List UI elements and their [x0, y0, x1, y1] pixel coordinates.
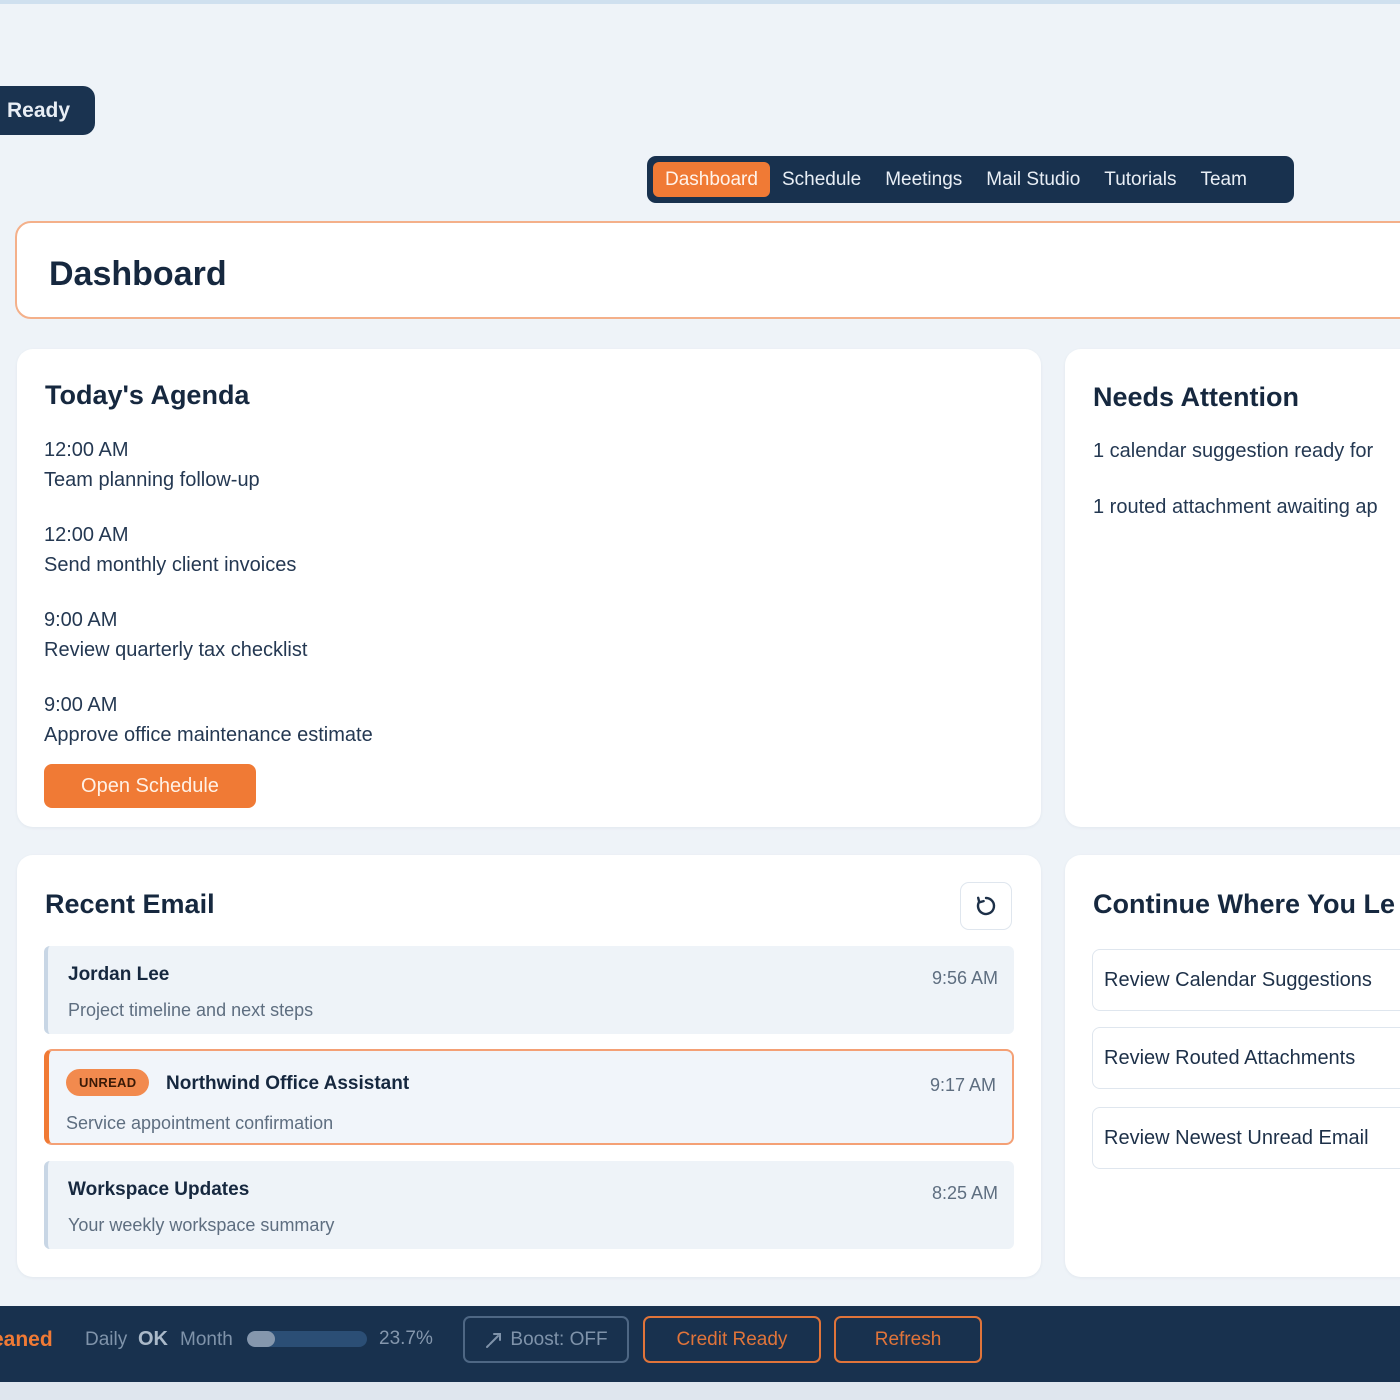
review-calendar-suggestions-button[interactable]: Review Calendar Suggestions: [1092, 949, 1400, 1011]
agenda-item: 12:00 AM Team planning follow-up: [44, 435, 373, 520]
agenda-item: 9:00 AM Approve office maintenance estim…: [44, 690, 373, 775]
month-progress-fill: [247, 1331, 276, 1347]
email-row-unread[interactable]: UNREAD Northwind Office Assistant Servic…: [44, 1049, 1014, 1145]
attention-list: 1 calendar suggestion ready for 1 routed…: [1093, 437, 1378, 549]
tab-schedule[interactable]: Schedule: [770, 162, 873, 197]
review-routed-attachments-button[interactable]: Review Routed Attachments: [1092, 1027, 1400, 1089]
email-time: 9:56 AM: [931, 968, 998, 988]
email-row[interactable]: Jordan Lee Project timeline and next ste…: [44, 946, 1014, 1034]
agenda-title: Today's Agenda: [45, 380, 250, 410]
refresh-email-button[interactable]: [960, 882, 1012, 930]
rocket-icon: [486, 1332, 502, 1348]
agenda-time: 9:00 AM: [44, 694, 118, 716]
boost-label: Boost: OFF: [510, 1328, 608, 1350]
month-label: Month: [180, 1329, 233, 1350]
agenda-time: 12:00 AM: [44, 439, 129, 461]
month-progress-bar: [247, 1331, 367, 1347]
daily-label: Daily: [85, 1329, 128, 1350]
email-time: 8:25 AM: [931, 1183, 998, 1203]
review-newest-unread-email-button[interactable]: Review Newest Unread Email: [1092, 1107, 1400, 1169]
top-border: [0, 0, 1400, 4]
tab-team[interactable]: Team: [1188, 162, 1258, 197]
status-pill: Ready: [0, 86, 95, 135]
attention-item[interactable]: 1 calendar suggestion ready for: [1093, 437, 1378, 493]
page-title-card: Dashboard: [15, 221, 1400, 319]
tab-dashboard[interactable]: Dashboard: [653, 162, 770, 197]
email-sender: Northwind Office Assistant: [166, 1073, 410, 1094]
continue-card: Continue Where You Le Review Calendar Su…: [1065, 855, 1400, 1277]
unread-badge: UNREAD: [66, 1069, 150, 1096]
open-schedule-button[interactable]: Open Schedule: [44, 764, 256, 808]
credit-ready-button[interactable]: Credit Ready: [643, 1316, 821, 1363]
email-subject: Your weekly workspace summary: [68, 1215, 335, 1235]
footer-status: eaned: [0, 1328, 53, 1351]
agenda-list: 12:00 AM Team planning follow-up 12:00 A…: [44, 435, 373, 775]
footer-bar: eaned Daily OK Month 23.7% Boost: OFF Cr…: [0, 1306, 1400, 1382]
needs-attention-title: Needs Attention: [1093, 382, 1300, 412]
footer-bottom-strip: [0, 1382, 1400, 1400]
boost-button[interactable]: Boost: OFF: [463, 1316, 629, 1363]
recent-email-card: Recent Email Jordan Lee Project timeline…: [17, 855, 1041, 1277]
refresh-icon: [976, 896, 996, 916]
tab-mail-studio[interactable]: Mail Studio: [974, 162, 1092, 197]
needs-attention-card: Needs Attention 1 calendar suggestion re…: [1065, 349, 1400, 827]
page-title: Dashboard: [49, 255, 227, 293]
email-subject: Service appointment confirmation: [66, 1113, 334, 1133]
email-row[interactable]: Workspace Updates Your weekly workspace …: [44, 1161, 1014, 1249]
recent-email-title: Recent Email: [45, 889, 215, 919]
agenda-text: Team planning follow-up: [44, 469, 260, 491]
agenda-text: Review quarterly tax checklist: [44, 639, 308, 661]
agenda-item: 9:00 AM Review quarterly tax checklist: [44, 605, 373, 690]
email-time: 9:17 AM: [929, 1075, 996, 1095]
main-nav: Dashboard Schedule Meetings Mail Studio …: [647, 156, 1294, 203]
agenda-text: Send monthly client invoices: [44, 554, 297, 576]
refresh-button[interactable]: Refresh: [834, 1316, 982, 1363]
agenda-item: 12:00 AM Send monthly client invoices: [44, 520, 373, 605]
agenda-time: 12:00 AM: [44, 524, 129, 546]
tab-meetings[interactable]: Meetings: [873, 162, 974, 197]
agenda-text: Approve office maintenance estimate: [44, 724, 373, 746]
agenda-card: Today's Agenda 12:00 AM Team planning fo…: [17, 349, 1041, 827]
app-window: Ready Dashboard Schedule Meetings Mail S…: [0, 0, 1400, 1400]
email-sender: Workspace Updates: [68, 1179, 250, 1200]
attention-item[interactable]: 1 routed attachment awaiting ap: [1093, 493, 1378, 549]
continue-title: Continue Where You Le: [1093, 889, 1396, 919]
daily-value: OK: [138, 1328, 168, 1350]
month-percent: 23.7%: [379, 1328, 433, 1349]
agenda-time: 9:00 AM: [44, 609, 118, 631]
email-subject: Project timeline and next steps: [68, 1000, 314, 1020]
email-sender: Jordan Lee: [68, 964, 170, 985]
tab-tutorials[interactable]: Tutorials: [1092, 162, 1188, 197]
